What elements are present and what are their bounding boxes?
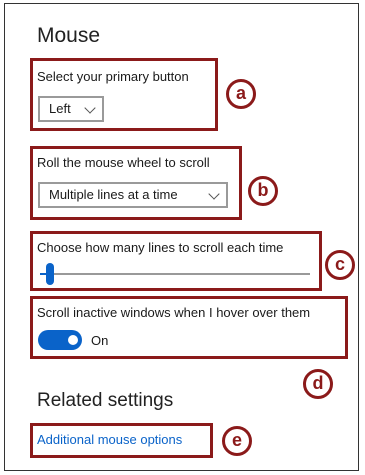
related-settings-heading: Related settings [37,390,174,411]
scroll-mode-dropdown[interactable]: Multiple lines at a time [38,182,228,208]
chevron-down-icon [208,188,220,200]
page-title: Mouse [37,24,101,47]
marker-b: b [248,176,278,206]
scroll-lines-label: Choose how many lines to scroll each tim… [37,240,284,255]
marker-d: d [303,369,333,399]
primary-button-dropdown[interactable]: Left [38,96,104,122]
primary-button-label: Select your primary button [37,69,189,84]
scroll-mode-value: Multiple lines at a time [49,187,178,202]
toggle-knob [68,335,78,345]
marker-c: c [325,250,355,280]
inactive-scroll-toggle[interactable] [38,330,82,350]
scroll-lines-thumb[interactable] [46,263,55,285]
scroll-mode-label: Roll the mouse wheel to scroll [37,155,210,170]
marker-e: e [222,426,252,456]
inactive-scroll-label: Scroll inactive windows when I hover ove… [37,305,311,320]
inactive-scroll-state: On [91,333,109,348]
additional-mouse-options-link[interactable]: Additional mouse options [37,432,182,447]
primary-button-value: Left [49,101,71,116]
chevron-down-icon [84,102,96,114]
scroll-lines-track[interactable] [40,273,310,275]
marker-a: a [226,79,256,109]
